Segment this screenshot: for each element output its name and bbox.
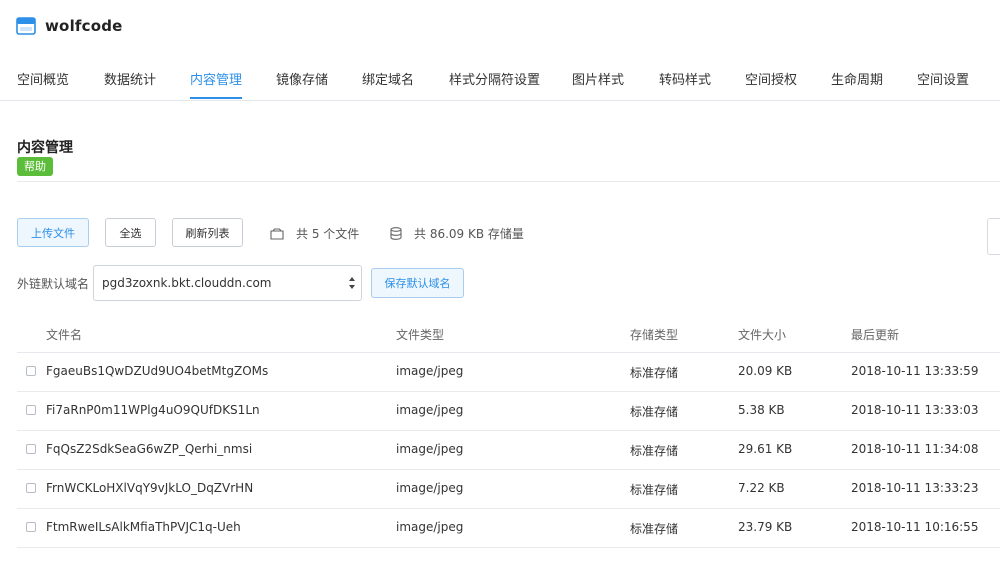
section-divider [17,181,1000,182]
last-updated: 2018-10-11 11:34:08 [851,442,979,456]
table-row[interactable]: FtmRweILsAlkMfiaThPVJC1q-Ueh image/jpeg … [17,509,1000,548]
file-type: image/jpeg [396,403,464,417]
column-header-filetype[interactable]: 文件类型 [396,326,444,343]
tab-data-statistics[interactable]: 数据统计 [104,69,156,88]
tab-bar: 空间概览 数据统计 内容管理 镜像存储 绑定域名 样式分隔符设置 图片样式 转码… [0,60,1000,101]
page-title: 内容管理 [17,140,73,156]
column-header-filesize[interactable]: 文件大小 [738,326,786,343]
refresh-list-button[interactable]: 刷新列表 [172,218,243,247]
file-size: 7.22 KB [738,481,785,495]
tab-space-settings[interactable]: 空间设置 [917,69,969,88]
table-row[interactable]: Fi7aRnP0m11WPlg4uO9QUfDKS1Ln image/jpeg … [17,392,1000,431]
file-count-stat: 共 5 个文件 [270,225,359,242]
row-checkbox[interactable] [26,483,36,493]
active-tab-indicator [190,97,242,99]
file-size: 29.61 KB [738,442,793,456]
bucket-icon [16,17,36,35]
tab-image-styles[interactable]: 图片样式 [572,69,624,88]
column-header-filename[interactable]: 文件名 [46,326,82,343]
file-count-text: 共 5 个文件 [296,227,360,241]
file-size: 5.38 KB [738,403,785,417]
storage-stat: 共 86.09 KB 存储量 [390,225,524,242]
tab-space-authorization[interactable]: 空间授权 [745,69,797,88]
last-updated: 2018-10-11 13:33:03 [851,403,979,417]
tab-transcode-styles[interactable]: 转码样式 [659,69,711,88]
tab-bind-domain[interactable]: 绑定域名 [362,69,414,88]
table-row[interactable]: FqQsZ2SdkSeaG6wZP_Qerhi_nmsi image/jpeg … [17,431,1000,470]
tab-lifecycle[interactable]: 生命周期 [831,69,883,88]
save-default-domain-button[interactable]: 保存默认域名 [371,268,464,298]
database-icon [390,227,402,240]
file-name[interactable]: FqQsZ2SdkSeaG6wZP_Qerhi_nmsi [46,442,252,456]
file-name[interactable]: Fi7aRnP0m11WPlg4uO9QUfDKS1Ln [46,403,260,417]
tab-style-separator[interactable]: 样式分隔符设置 [449,69,540,88]
select-arrows-icon [349,277,355,289]
file-size: 20.09 KB [738,364,793,378]
last-updated: 2018-10-11 13:33:59 [851,364,979,378]
row-checkbox[interactable] [26,405,36,415]
select-all-button[interactable]: 全选 [105,218,156,247]
app-title: wolfcode [45,17,123,35]
file-name[interactable]: FtmRweILsAlkMfiaThPVJC1q-Ueh [46,520,241,534]
table-row[interactable]: FrnWCKLoHXlVqY9vJkLO_DqZVrHN image/jpeg … [17,470,1000,509]
file-name[interactable]: FrnWCKLoHXlVqY9vJkLO_DqZVrHN [46,481,253,495]
file-type: image/jpeg [396,520,464,534]
storage-type: 标准存储 [630,522,679,536]
default-domain-value: pgd3zoxnk.bkt.clouddn.com [102,276,272,290]
upload-file-button[interactable]: 上传文件 [17,218,89,247]
column-header-last-updated[interactable]: 最后更新 [851,326,899,343]
row-checkbox[interactable] [26,366,36,376]
app-header: wolfcode [16,14,123,38]
row-checkbox[interactable] [26,444,36,454]
storage-type: 标准存储 [630,405,679,419]
file-table: 文件名 文件类型 存储类型 文件大小 最后更新 FgaeuBs1QwDZUd9U… [17,316,1000,548]
file-type: image/jpeg [396,364,464,378]
tab-mirror-storage[interactable]: 镜像存储 [276,69,328,88]
storage-type: 标准存储 [630,483,679,497]
row-checkbox[interactable] [26,522,36,532]
last-updated: 2018-10-11 10:16:55 [851,520,979,534]
default-domain-label: 外链默认域名 [17,277,90,291]
tab-space-overview[interactable]: 空间概览 [17,69,69,88]
last-updated: 2018-10-11 13:33:23 [851,481,979,495]
tab-content-management[interactable]: 内容管理 [190,69,242,88]
file-type: image/jpeg [396,481,464,495]
file-size: 23.79 KB [738,520,793,534]
folder-icon [270,227,284,240]
storage-type: 标准存储 [630,366,679,380]
table-row[interactable]: FgaeuBs1QwDZUd9UO4betMtgZOMs image/jpeg … [17,353,1000,392]
help-button[interactable]: 帮助 [17,157,53,176]
table-header: 文件名 文件类型 存储类型 文件大小 最后更新 [17,316,1000,353]
search-box-edge[interactable] [987,218,1000,255]
storage-text: 共 86.09 KB 存储量 [414,227,524,241]
column-header-storage-type[interactable]: 存储类型 [630,326,678,343]
default-domain-select[interactable]: pgd3zoxnk.bkt.clouddn.com [93,265,362,301]
file-type: image/jpeg [396,442,464,456]
file-name[interactable]: FgaeuBs1QwDZUd9UO4betMtgZOMs [46,364,268,378]
storage-type: 标准存储 [630,444,679,458]
